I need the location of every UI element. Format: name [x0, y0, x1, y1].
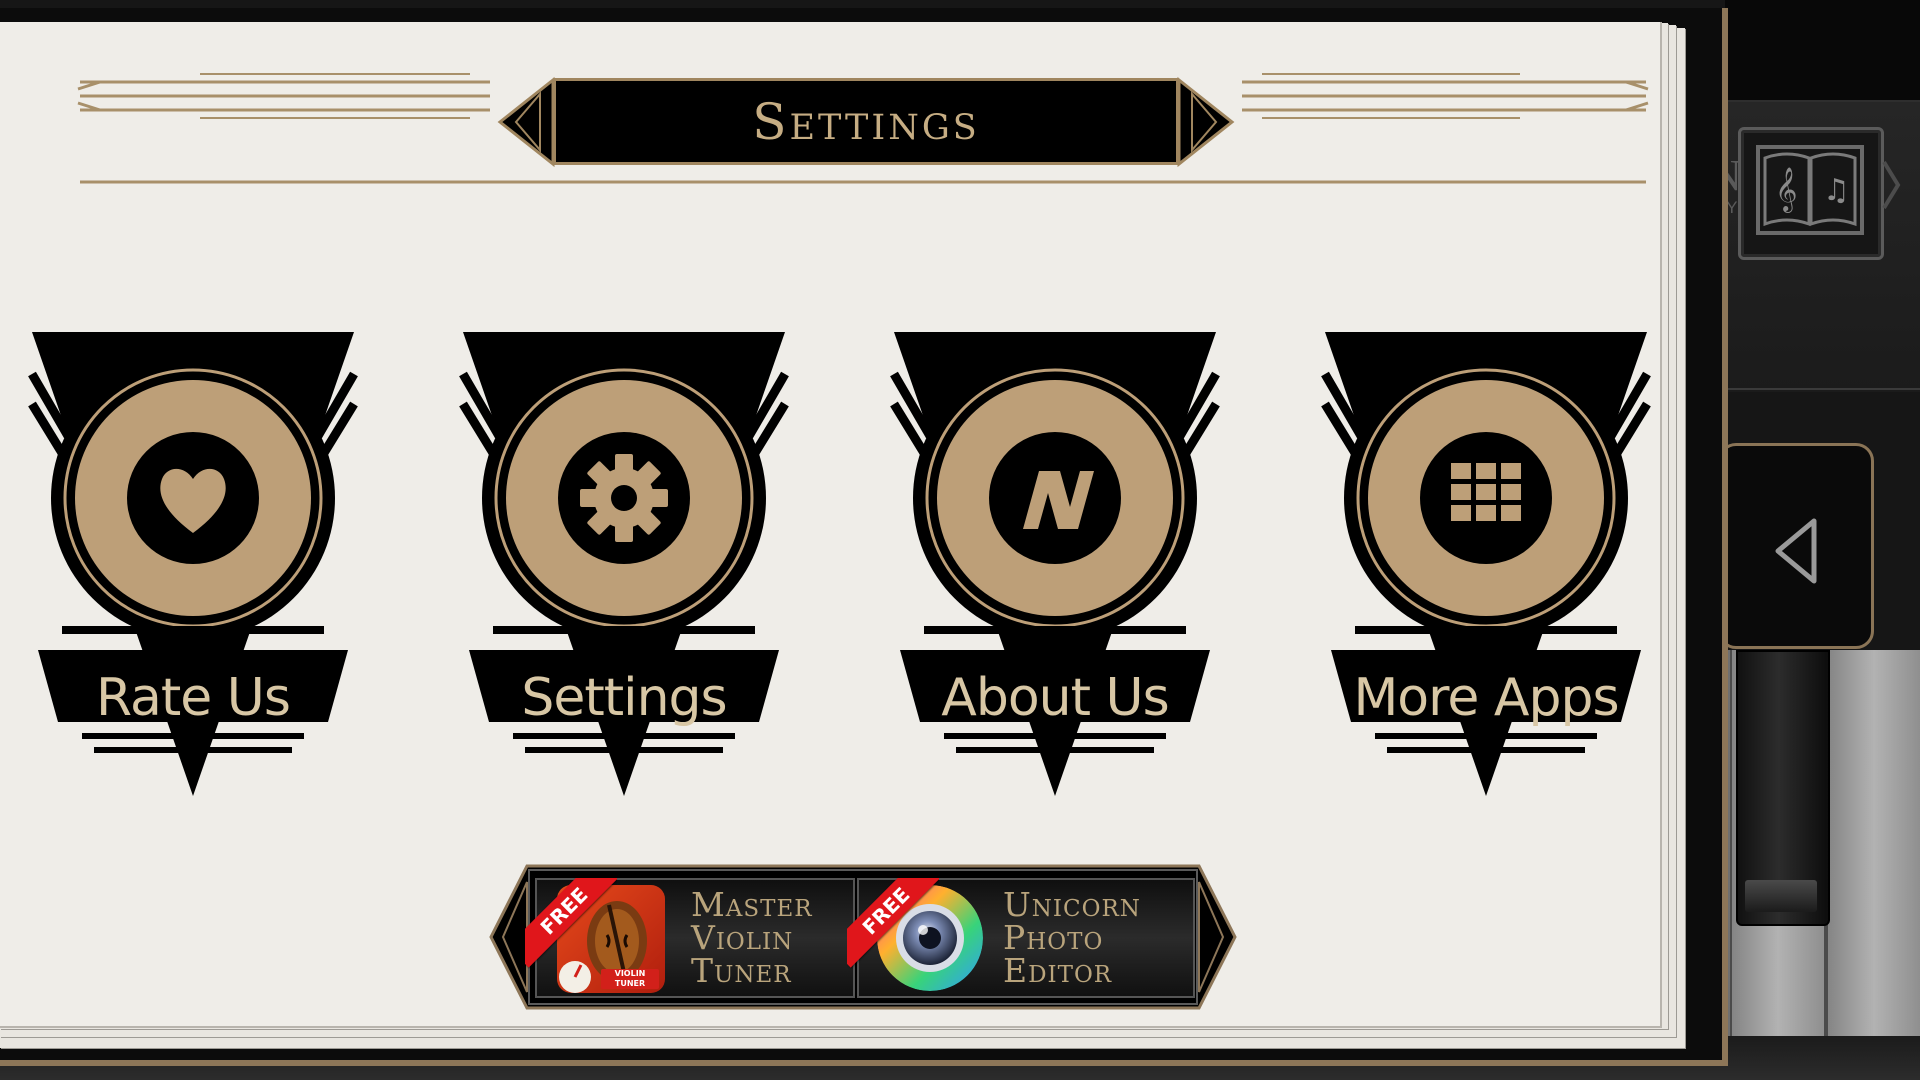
background-top-bar	[1725, 0, 1920, 100]
promo-title-line: Editor	[1003, 951, 1113, 990]
brand-n-icon	[1023, 471, 1094, 529]
panel-toggle-button[interactable]	[1718, 443, 1874, 649]
grid-icon	[1451, 463, 1521, 521]
violin-app-thumbnail: VIOLIN TUNER	[557, 885, 665, 993]
camera-lens-icon	[877, 885, 983, 991]
more-apps-label: More Apps	[1353, 668, 1619, 728]
sheet-music-icon: 𝄞 ♫	[1756, 145, 1864, 235]
promo-banner: VIOLIN TUNER Master Violin Tuner FREE Un…	[487, 860, 1239, 1014]
more-apps-button[interactable]: More Apps	[1321, 318, 1651, 798]
triangle-left-icon	[1775, 518, 1817, 584]
settings-dialog: Settings Rate Us Settings About Us More …	[0, 8, 1728, 1066]
photo-editor-thumbnail	[877, 885, 983, 991]
about-us-label: About Us	[941, 668, 1169, 728]
settings-label: Settings	[521, 668, 727, 728]
dialog-title: Settings	[752, 92, 980, 151]
rate-us-button[interactable]: Rate Us	[28, 318, 358, 798]
heart-icon	[160, 468, 226, 533]
rate-us-label: Rate Us	[96, 668, 291, 728]
settings-page: Settings Rate Us Settings About Us More …	[0, 22, 1662, 1028]
piano-black-key-tip	[1745, 880, 1817, 912]
promo-title-line: Tuner	[691, 951, 792, 990]
svg-text:♫: ♫	[1823, 173, 1850, 208]
app-screen: N AY 𝄞 ♫	[0, 0, 1920, 1080]
promo-title-line: Master	[691, 885, 813, 924]
promo-master-violin-tuner[interactable]: VIOLIN TUNER Master Violin Tuner FREE	[525, 878, 855, 998]
promo-title: Unicorn Photo Editor	[1003, 888, 1193, 987]
piano-white-key[interactable]	[1826, 650, 1920, 1080]
about-us-button[interactable]: About Us	[890, 318, 1220, 798]
gear-icon	[580, 454, 668, 542]
promo-title-line: Photo	[1003, 918, 1104, 957]
svg-text:𝄞: 𝄞	[1775, 167, 1797, 213]
chevron-right-icon	[1882, 160, 1901, 210]
promo-title-line: Violin	[691, 918, 794, 957]
title-plate: Settings	[553, 78, 1179, 165]
settings-button[interactable]: Settings	[459, 318, 789, 798]
promo-title-line: Unicorn	[1003, 885, 1141, 924]
promo-unicorn-photo-editor[interactable]: Unicorn Photo Editor FREE	[847, 878, 1195, 998]
thumbnail-caption: VIOLIN TUNER	[614, 969, 646, 988]
promo-title: Master Violin Tuner	[691, 888, 881, 987]
sheet-music-button[interactable]: 𝄞 ♫	[1738, 127, 1884, 260]
background-divider	[1725, 388, 1920, 390]
